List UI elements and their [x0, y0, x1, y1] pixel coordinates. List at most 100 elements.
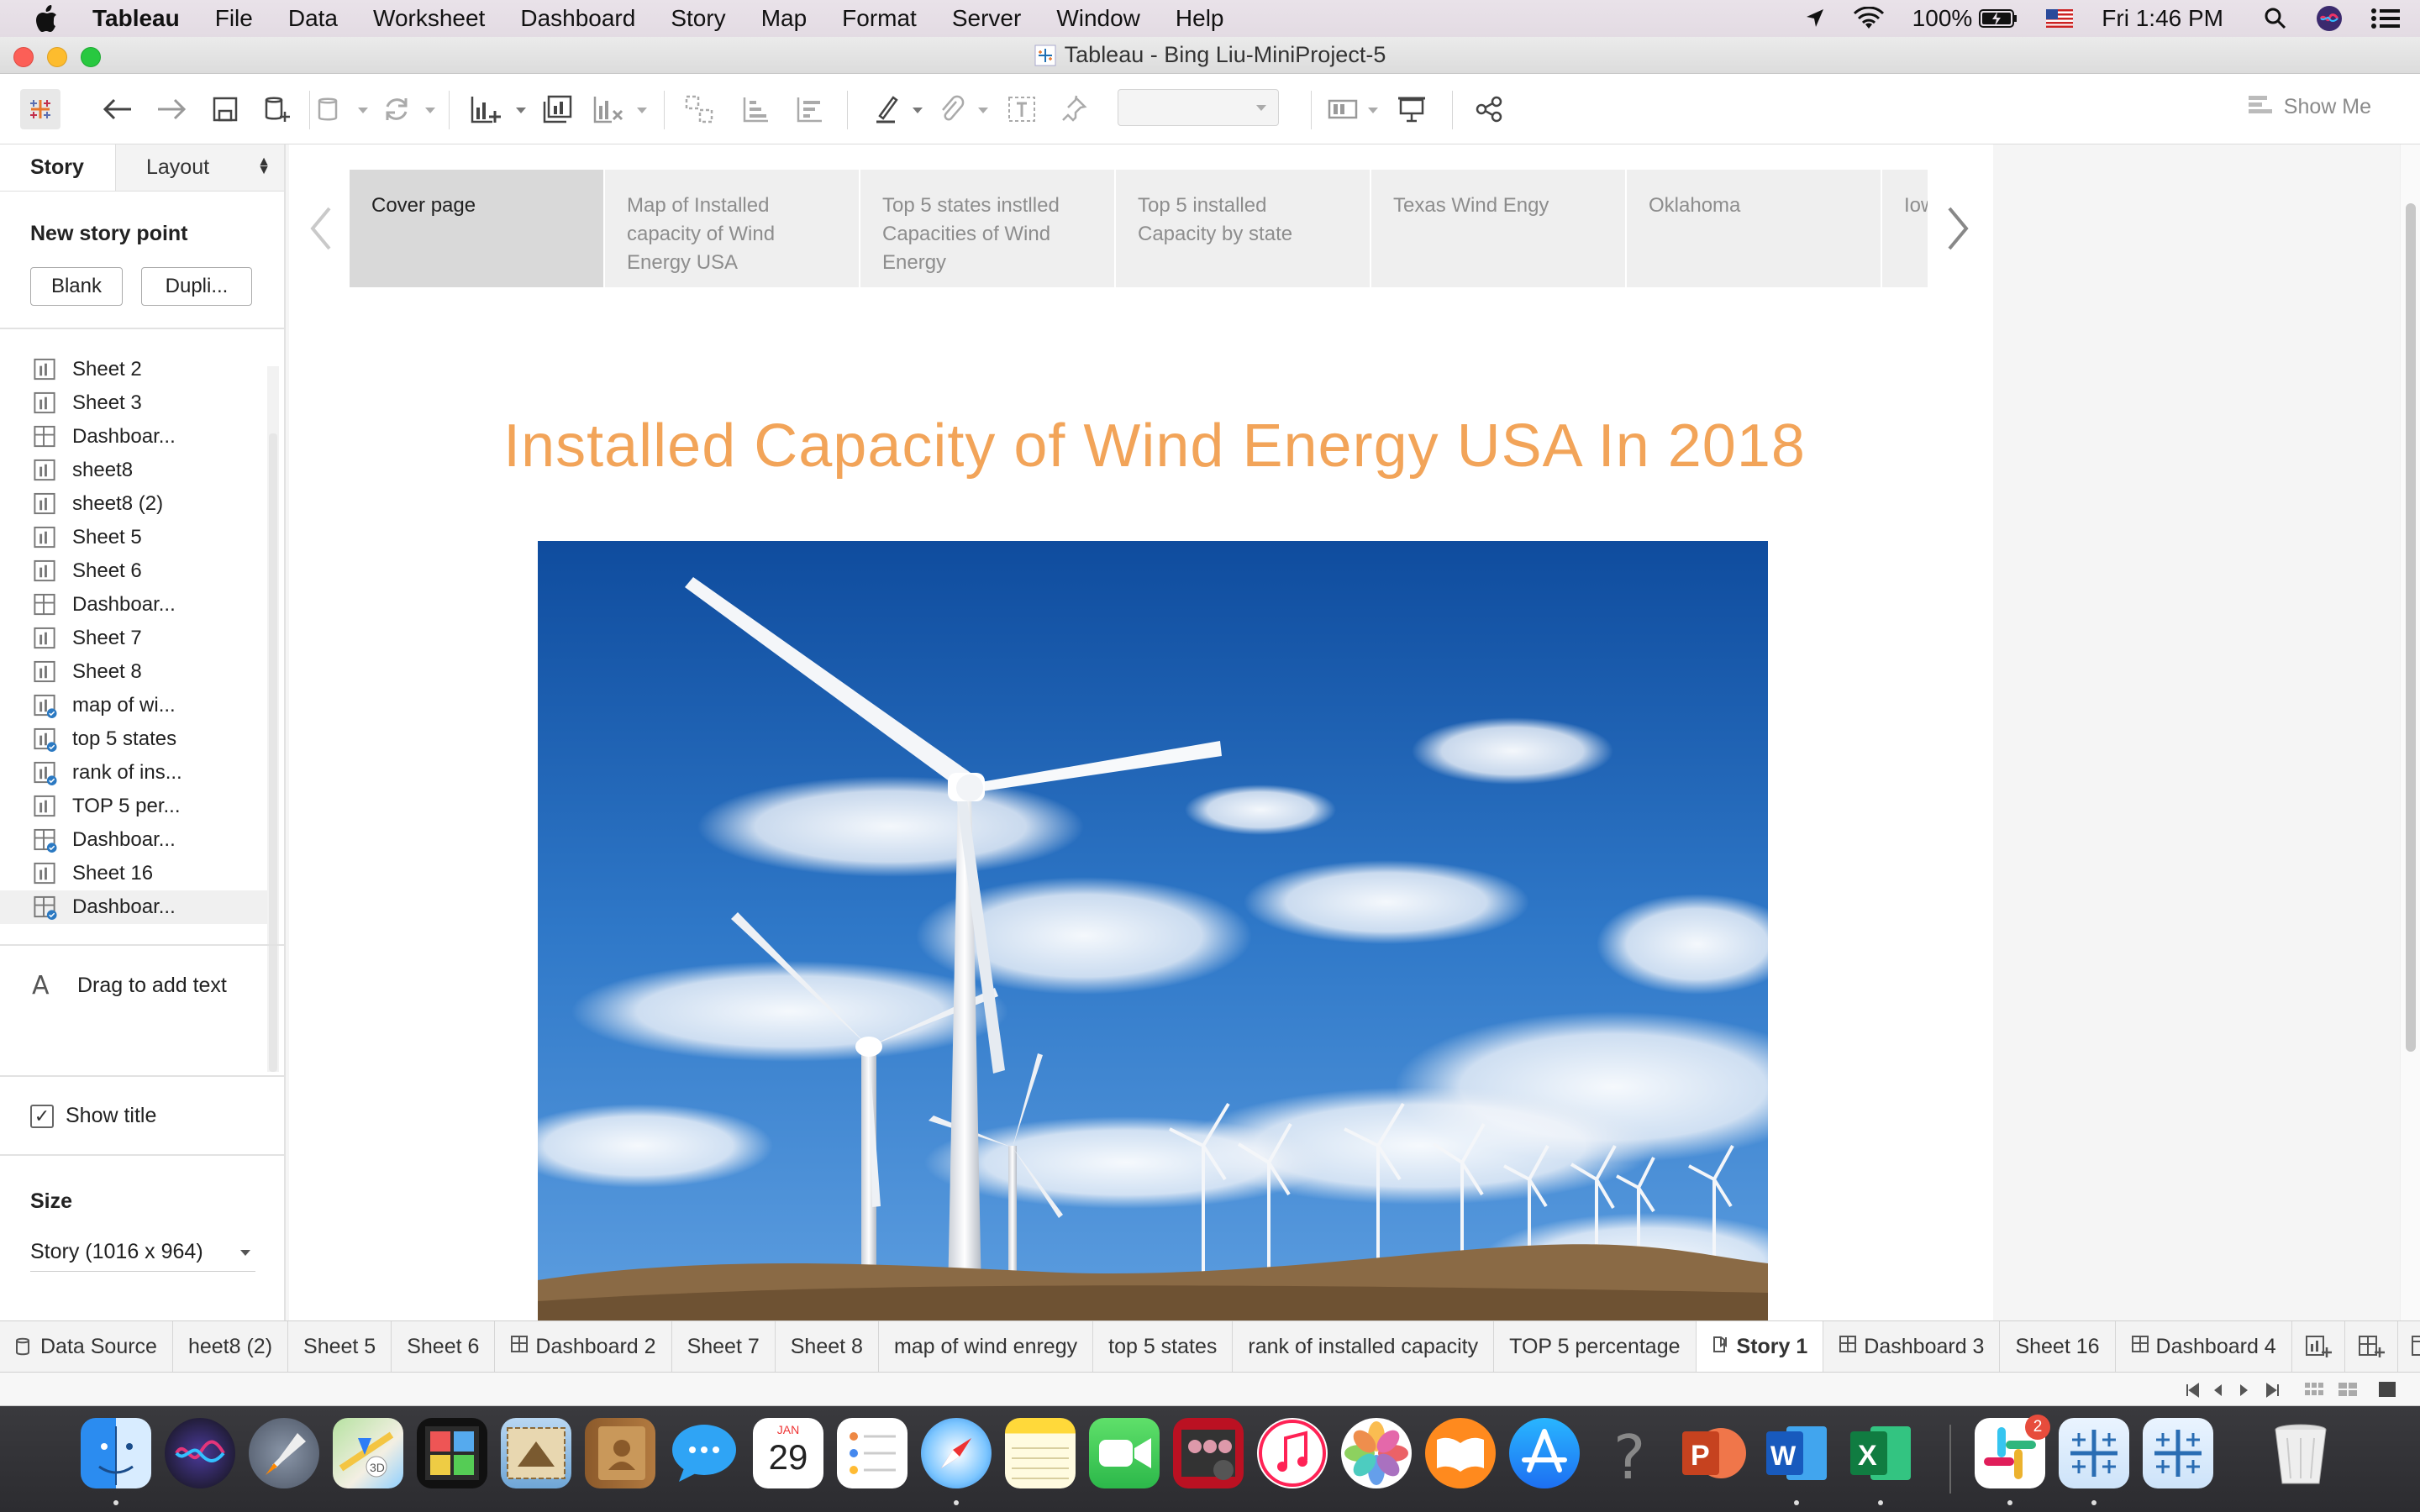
show-tabs-icon[interactable] — [2378, 1381, 2396, 1398]
scrollbar-thumb[interactable] — [269, 433, 277, 1072]
menu-map[interactable]: Map — [761, 5, 807, 32]
launchpad-icon[interactable] — [249, 1418, 319, 1488]
story-point-iowa[interactable]: Iowa — [1882, 170, 1928, 287]
new-worksheet-dropdown-icon[interactable] — [516, 108, 526, 113]
menu-file[interactable]: File — [215, 5, 253, 32]
next-sheet-icon[interactable] — [2238, 1383, 2250, 1398]
show-cards-dropdown-icon[interactable] — [1368, 108, 1378, 113]
story-point-map-of-installed-capacity-of-wind-energy[interactable]: Map of Installed capacity of Wind Energy… — [605, 170, 859, 287]
last-sheet-icon[interactable] — [2264, 1383, 2281, 1398]
sheet-list-item[interactable]: rank of ins... — [0, 756, 267, 790]
help-icon[interactable]: ? — [1593, 1418, 1664, 1488]
sheet-tab-story-1[interactable]: Story 1 — [1696, 1321, 1824, 1372]
data-source-tab[interactable]: Data Source — [0, 1321, 173, 1372]
undo-button[interactable] — [97, 89, 138, 129]
facetime-icon[interactable] — [1089, 1418, 1160, 1488]
story-point-oklahoma[interactable]: Oklahoma — [1627, 170, 1881, 287]
powerpoint-icon[interactable]: P — [1677, 1418, 1748, 1488]
trash-icon[interactable] — [2265, 1418, 2336, 1488]
sheet-tab-dashboard-3[interactable]: Dashboard 3 — [1823, 1321, 2001, 1372]
sheet-tab-rank-of-installed-capacity[interactable]: rank of installed capacity — [1233, 1321, 1495, 1372]
excel-icon[interactable]: X — [1845, 1418, 1916, 1488]
menu-worksheet[interactable]: Worksheet — [373, 5, 485, 32]
calendar-icon[interactable]: JAN 29 — [753, 1418, 823, 1488]
first-sheet-icon[interactable] — [2185, 1383, 2202, 1398]
redo-button[interactable] — [151, 89, 192, 129]
app-store-icon[interactable] — [1509, 1418, 1580, 1488]
fit-view-select[interactable] — [1118, 89, 1279, 126]
show-sheet-sorter-icon[interactable] — [2338, 1381, 2358, 1398]
sheet-list-item[interactable]: map of wi... — [0, 689, 267, 722]
show-cards-button[interactable] — [1323, 89, 1363, 129]
new-worksheet-tab[interactable] — [2292, 1321, 2345, 1372]
pause-updates-dropdown-icon[interactable] — [358, 108, 368, 113]
music-icon[interactable] — [1257, 1418, 1328, 1488]
blank-story-point-button[interactable]: Blank — [30, 267, 123, 306]
sheet-tab-sheet-6[interactable]: Sheet 6 — [392, 1321, 496, 1372]
highlight-button[interactable] — [867, 89, 908, 129]
sheet-list-item[interactable]: sheet8 (2) — [0, 487, 267, 521]
wifi-icon[interactable] — [1853, 7, 1884, 30]
pause-updates-button[interactable] — [309, 89, 350, 129]
messages-icon[interactable] — [669, 1418, 739, 1488]
sheet-list-item[interactable]: Sheet 16 — [0, 857, 267, 890]
zoom-window-button[interactable] — [81, 47, 101, 67]
apple-menu-icon[interactable] — [34, 4, 59, 33]
sheet-tab-dashboard-4[interactable]: Dashboard 4 — [2116, 1321, 2292, 1372]
canvas-vertical-scrollbar[interactable] — [2400, 144, 2420, 1320]
save-button[interactable] — [205, 89, 245, 129]
show-title-checkbox[interactable]: ✓ Show title — [30, 1104, 156, 1128]
menu-format[interactable]: Format — [842, 5, 917, 32]
sheet-list-item[interactable]: Sheet 3 — [0, 386, 267, 420]
new-dashboard-tab[interactable] — [2345, 1321, 2398, 1372]
scrollbar-thumb[interactable] — [2406, 203, 2416, 1052]
new-worksheet-button[interactable] — [466, 89, 506, 129]
show-mark-labels-button[interactable] — [1002, 89, 1042, 129]
sheet-list-item[interactable]: Dashboar... — [0, 823, 267, 857]
safari-icon[interactable] — [921, 1418, 992, 1488]
sheet-list-item[interactable]: Dashboar... — [0, 588, 267, 622]
story-point-texas-wind-engy[interactable]: Texas Wind Engy — [1371, 170, 1625, 287]
books-icon[interactable] — [1425, 1418, 1496, 1488]
sheet-list-scrollbar[interactable] — [267, 366, 279, 1072]
previous-sheet-icon[interactable] — [2212, 1383, 2223, 1398]
sheet-list-item[interactable]: Dashboar... — [0, 420, 267, 454]
menu-server[interactable]: Server — [952, 5, 1021, 32]
contacts-icon[interactable] — [585, 1418, 655, 1488]
siri-icon[interactable] — [165, 1418, 235, 1488]
sheet-tab-top-5-percentage[interactable]: TOP 5 percentage — [1494, 1321, 1697, 1372]
menu-window[interactable]: Window — [1056, 5, 1140, 32]
menu-app-name[interactable]: Tableau — [92, 5, 180, 32]
refresh-button[interactable] — [376, 89, 417, 129]
tableau-logo-button[interactable] — [20, 89, 60, 129]
clear-sheet-button[interactable] — [588, 89, 629, 129]
sheet-list-item[interactable]: top 5 states — [0, 722, 267, 756]
minimize-window-button[interactable] — [47, 47, 67, 67]
notes-icon[interactable] — [1005, 1418, 1076, 1488]
menu-story[interactable]: Story — [671, 5, 725, 32]
highlight-dropdown-icon[interactable] — [913, 108, 923, 113]
sheet-list-item[interactable]: Sheet 2 — [0, 353, 267, 386]
spotlight-search-icon[interactable] — [2264, 7, 2287, 30]
finder-icon[interactable] — [81, 1418, 151, 1488]
battery-icon[interactable] — [1979, 9, 2018, 28]
refresh-dropdown-icon[interactable] — [425, 108, 435, 113]
swap-rows-columns-button[interactable] — [679, 89, 719, 129]
drag-to-add-text[interactable]: A Drag to add text — [32, 971, 227, 1000]
sheet-list-item[interactable]: TOP 5 per... — [0, 790, 267, 823]
sheet-tab-top-5-states[interactable]: top 5 states — [1093, 1321, 1234, 1372]
tab-layout[interactable]: Layout ▲ ▼ — [116, 144, 284, 191]
sheet-list-item[interactable]: Sheet 7 — [0, 622, 267, 655]
fix-axes-button[interactable] — [1054, 89, 1094, 129]
us-flag-icon[interactable] — [2046, 9, 2074, 28]
sheet-list-item[interactable]: Dashboar... — [0, 890, 267, 924]
group-members-button[interactable] — [931, 89, 971, 129]
group-dropdown-icon[interactable] — [978, 108, 988, 113]
story-point-top-5-states-instlled-capacities-of-wind[interactable]: Top 5 states instlled Capacities of Wind… — [860, 170, 1114, 287]
show-me-button[interactable]: Show Me — [2247, 94, 2371, 119]
story-point-cover-page[interactable]: Cover page — [350, 170, 603, 287]
story-size-select[interactable]: Story (1016 x 964) — [30, 1235, 255, 1272]
duplicate-story-point-button[interactable]: Dupli... — [141, 267, 252, 306]
show-filmstrip-icon[interactable] — [2304, 1381, 2324, 1398]
sheet-list-item[interactable]: Sheet 5 — [0, 521, 267, 554]
